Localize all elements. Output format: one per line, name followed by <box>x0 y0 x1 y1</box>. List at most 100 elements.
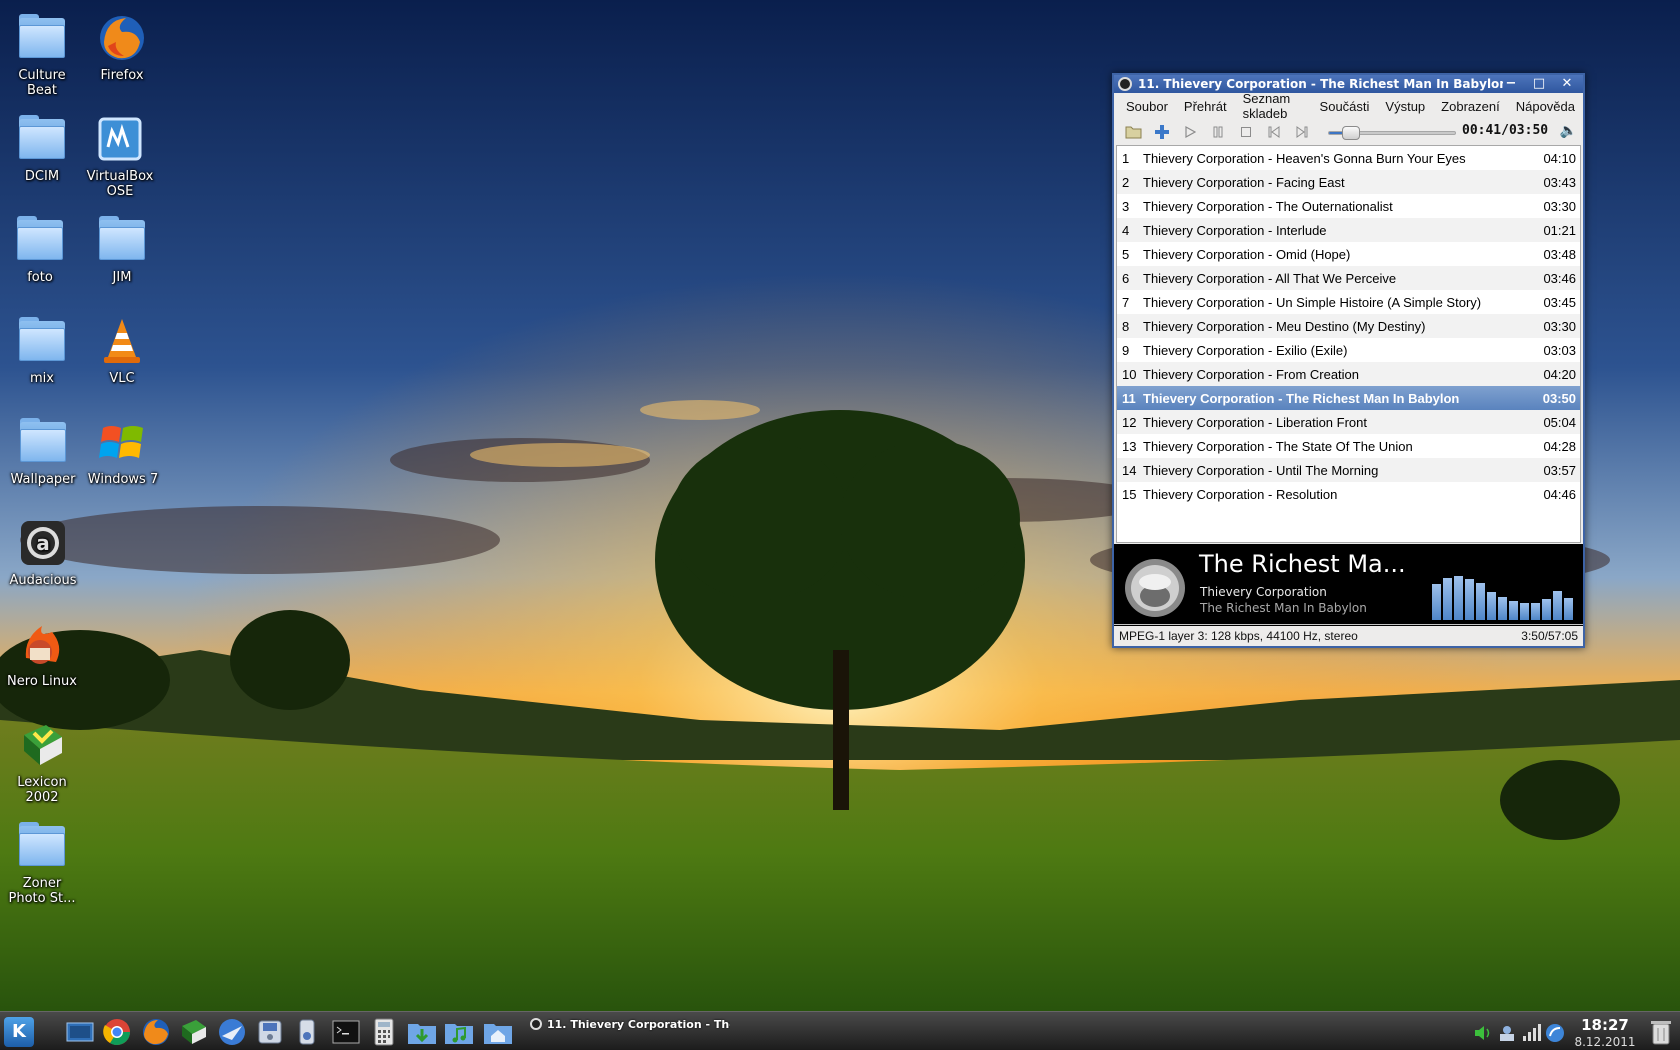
volume-icon[interactable]: 🔈 <box>1560 123 1577 139</box>
track-number: 4 <box>1122 222 1130 238</box>
desktop-icon-jim[interactable]: JIM <box>80 214 164 285</box>
desktop-icon-firefox[interactable]: Firefox <box>80 12 164 83</box>
next-icon[interactable] <box>1288 121 1316 143</box>
menu-napoveda[interactable]: Nápověda <box>1508 99 1583 114</box>
track-length: 04:10 <box>1543 150 1576 166</box>
desktop-icon-zoner[interactable]: Zoner Photo St... <box>0 820 84 906</box>
desktop-icon-wallpaper[interactable]: Wallpaper <box>1 416 85 487</box>
lexicon-icon[interactable] <box>178 1016 210 1048</box>
desktop-icon-dcim[interactable]: DCIM <box>0 113 84 184</box>
trash-icon[interactable] <box>1648 1017 1674 1047</box>
seek-slider[interactable] <box>1328 126 1456 140</box>
playlist-row[interactable]: 9 Thievery Corporation - Exilio (Exile) 03… <box>1117 338 1580 362</box>
playlist-row[interactable]: 8 Thievery Corporation - Meu Destino (My … <box>1117 314 1580 338</box>
track-length: 01:21 <box>1543 222 1576 238</box>
visualizer-bar <box>1498 597 1507 620</box>
stream-info: MPEG-1 layer 3: 128 kbps, 44100 Hz, ster… <box>1119 628 1358 643</box>
track-length: 04:28 <box>1543 438 1576 454</box>
kde-menu-button[interactable]: K <box>4 1017 34 1047</box>
play-icon[interactable] <box>1176 121 1204 143</box>
desktop-icon-label: Nero Linux <box>7 674 77 689</box>
visualizer-bar <box>1476 583 1485 620</box>
clock-time[interactable]: 18:27 <box>1550 1016 1660 1034</box>
window-titlebar[interactable]: 11. Thievery Corporation - The Richest M… <box>1114 75 1583 93</box>
firefox-icon[interactable] <box>140 1016 172 1048</box>
menu-seznam-skladeb[interactable]: Seznam skladeb <box>1235 91 1312 121</box>
menu-vystup[interactable]: Výstup <box>1377 99 1433 114</box>
player-toolbar: 00:41/03:50 🔈 <box>1114 119 1583 145</box>
track-length: 03:43 <box>1543 174 1576 190</box>
close-button[interactable]: ✕ <box>1553 75 1581 93</box>
desktop-icon-windows-7[interactable]: Windows 7 <box>81 416 165 487</box>
playlist-row[interactable]: 4 Thievery Corporation - Interlude 01:21 <box>1117 218 1580 242</box>
downloads-folder-icon[interactable] <box>406 1016 438 1048</box>
visualizer-bar <box>1531 603 1540 620</box>
status-bar: MPEG-1 layer 3: 128 kbps, 44100 Hz, ster… <box>1114 624 1583 646</box>
desktop-icon-foto[interactable]: foto <box>0 214 82 285</box>
playlist[interactable]: 1 Thievery Corporation - Heaven's Gonna B… <box>1116 145 1581 543</box>
menu-soubor[interactable]: Soubor <box>1118 99 1176 114</box>
desktop-icon-label: Wallpaper <box>10 472 76 487</box>
track-number: 15 <box>1122 486 1137 502</box>
menu-zobrazeni[interactable]: Zobrazení <box>1433 99 1508 114</box>
desktop-icon-mix[interactable]: mix <box>0 315 84 386</box>
terminal-icon[interactable] <box>330 1016 362 1048</box>
track-title: Thievery Corporation - The Richest Man I… <box>1143 390 1460 406</box>
now-playing-title: The Richest Ma... <box>1199 550 1406 578</box>
playlist-row[interactable]: 13 Thievery Corporation - The State Of Th… <box>1117 434 1580 458</box>
playlist-row[interactable]: 7 Thievery Corporation - Un Simple Histoi… <box>1117 290 1580 314</box>
thunderbird-icon[interactable] <box>216 1016 248 1048</box>
window-title: 11. Thievery Corporation - The Richest M… <box>1138 77 1503 91</box>
folder-icon <box>16 315 68 367</box>
playlist-row[interactable]: 14 Thievery Corporation - Until The Morni… <box>1117 458 1580 482</box>
track-number: 13 <box>1122 438 1137 454</box>
speaker-icon <box>1122 556 1188 620</box>
track-length: 03:03 <box>1543 342 1576 358</box>
signal-icon[interactable] <box>1520 1022 1542 1044</box>
playlist-row[interactable]: 15 Thievery Corporation - Resolution 04:46 <box>1117 482 1580 506</box>
desktop-icon-nero-linux[interactable]: Nero Linux <box>0 618 84 689</box>
music-folder-icon[interactable] <box>443 1016 475 1048</box>
track-number: 1 <box>1122 150 1130 166</box>
playlist-row[interactable]: 6 Thievery Corporation - All That We Perc… <box>1117 266 1580 290</box>
network-icon[interactable] <box>1496 1022 1518 1044</box>
playlist-row-current[interactable]: 11 Thievery Corporation - The Richest Man… <box>1117 386 1580 410</box>
maximize-button[interactable]: □ <box>1525 75 1553 93</box>
desktop-icon[interactable] <box>64 1016 96 1048</box>
menu-soucasti[interactable]: Součásti <box>1312 99 1378 114</box>
desktop-icon-lexicon[interactable]: Lexicon 2002 <box>0 719 84 805</box>
visualizer-bar <box>1465 579 1474 620</box>
desktop-icon-audacious[interactable]: a Audacious <box>1 517 85 588</box>
windows-icon <box>97 416 149 468</box>
track-number: 6 <box>1122 270 1130 286</box>
open-folder-icon[interactable] <box>1120 121 1148 143</box>
playlist-row[interactable]: 5 Thievery Corporation - Omid (Hope) 03:48 <box>1117 242 1580 266</box>
track-length: 05:04 <box>1543 414 1576 430</box>
playlist-row[interactable]: 2 Thievery Corporation - Facing East 03:43 <box>1117 170 1580 194</box>
desktop-icon-vlc[interactable]: VLC <box>80 315 164 386</box>
stop-icon[interactable] <box>1232 121 1260 143</box>
playlist-row[interactable]: 3 Thievery Corporation - The Outernationa… <box>1117 194 1580 218</box>
firefox-icon <box>96 12 148 64</box>
pause-icon[interactable] <box>1204 121 1232 143</box>
home-folder-icon[interactable] <box>482 1016 514 1048</box>
minimize-button[interactable]: − <box>1497 75 1525 93</box>
playlist-row[interactable]: 12 Thievery Corporation - Liberation Fron… <box>1117 410 1580 434</box>
disk-icon[interactable] <box>254 1016 286 1048</box>
desktop-icon-virtualbox[interactable]: VirtualBox OSE <box>78 113 162 199</box>
seek-handle[interactable] <box>1342 126 1361 140</box>
previous-icon[interactable] <box>1260 121 1288 143</box>
calculator-icon[interactable] <box>368 1016 400 1048</box>
volume-icon[interactable] <box>1472 1022 1494 1044</box>
track-title: Thievery Corporation - Meu Destino (My D… <box>1143 318 1426 334</box>
track-title: Thievery Corporation - All That We Perce… <box>1143 270 1397 286</box>
audio-tools-icon[interactable] <box>291 1016 323 1048</box>
desktop-icon-culture-beat[interactable]: Culture Beat <box>0 12 84 98</box>
taskbar-task-audacious[interactable]: 11. Thievery Corporation - The Richest M… <box>530 1015 730 1033</box>
playlist-row[interactable]: 1 Thievery Corporation - Heaven's Gonna B… <box>1117 146 1580 170</box>
menu-prehrat[interactable]: Přehrát <box>1176 99 1235 114</box>
chrome-icon[interactable] <box>101 1016 133 1048</box>
playlist-row[interactable]: 10 Thievery Corporation - From Creation 04… <box>1117 362 1580 386</box>
add-icon[interactable] <box>1148 121 1176 143</box>
audacious-window[interactable]: 11. Thievery Corporation - The Richest M… <box>1112 73 1585 648</box>
